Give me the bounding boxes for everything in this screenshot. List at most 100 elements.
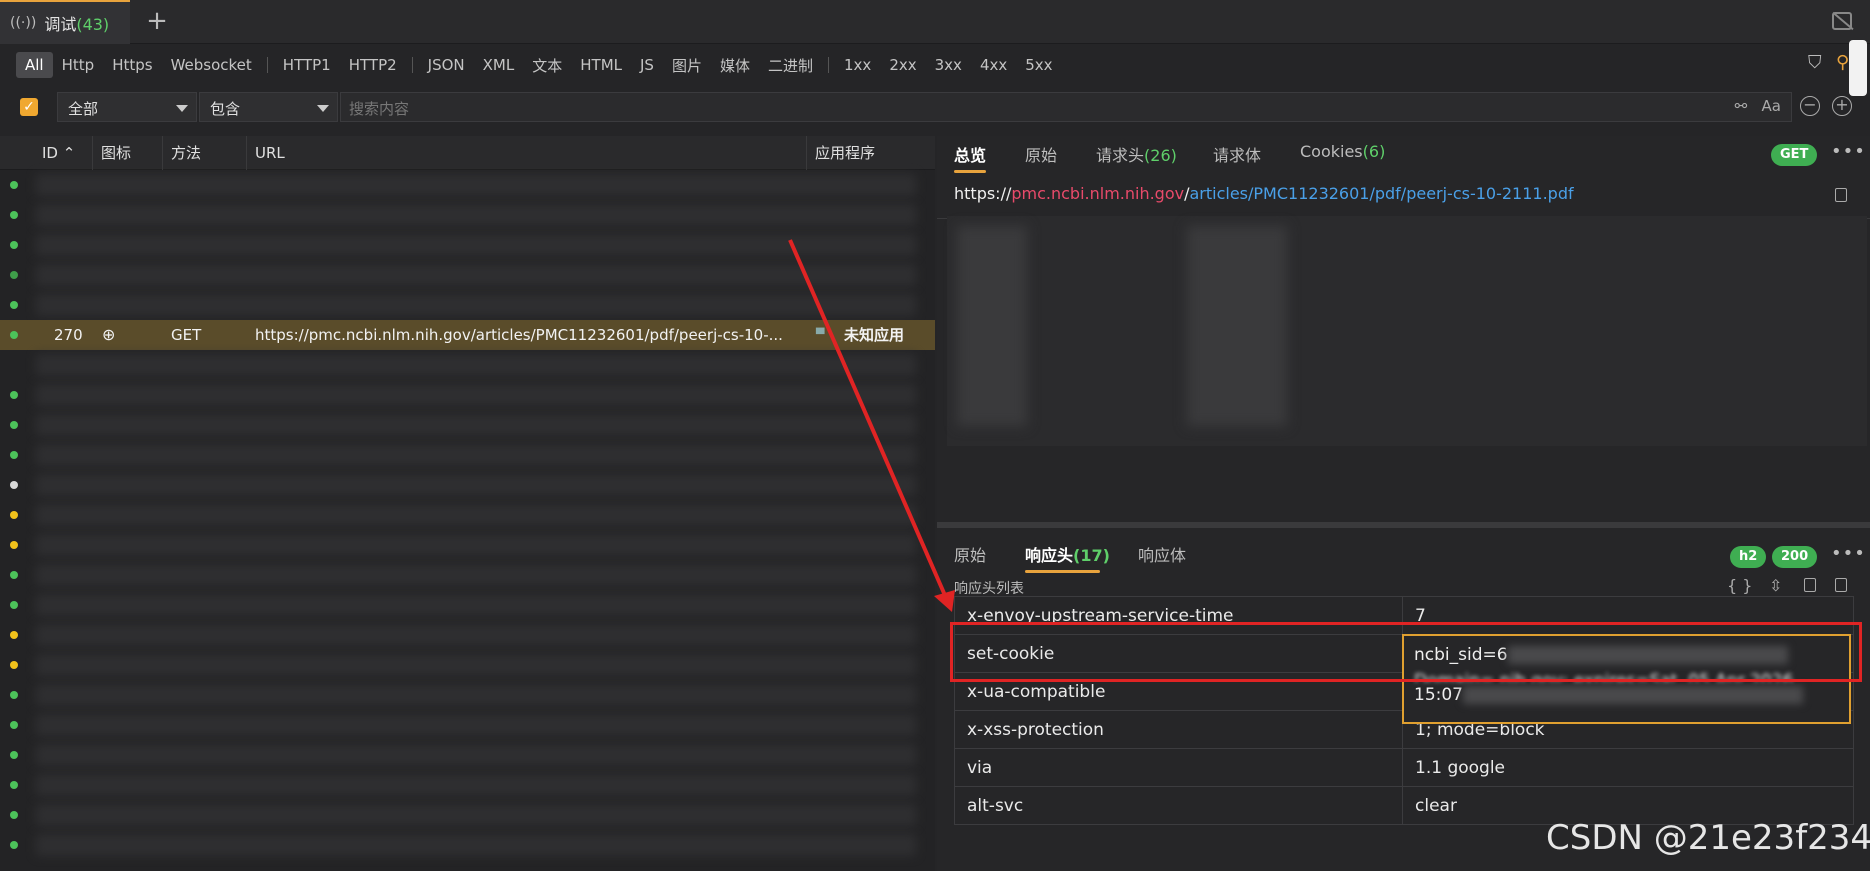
filter-html[interactable]: HTML — [571, 52, 631, 78]
json-view-icon[interactable]: { } — [1727, 576, 1752, 595]
chevron-down-icon — [317, 105, 329, 112]
overview-details-blurred — [947, 216, 1867, 446]
filter-图片[interactable]: 图片 — [663, 51, 711, 80]
table-row[interactable] — [0, 830, 935, 860]
table-row[interactable] — [0, 530, 935, 560]
case-sensitive-icon[interactable]: Aa — [1762, 97, 1781, 115]
table-row[interactable] — [0, 470, 935, 500]
table-row[interactable] — [0, 170, 935, 200]
header-value: 1.1 google — [1402, 748, 1854, 787]
table-row[interactable] — [0, 560, 935, 590]
table-row[interactable] — [0, 500, 935, 530]
blurred-row-content — [36, 414, 916, 436]
tab-response-body[interactable]: 响应体 — [1138, 542, 1186, 566]
copy-icon[interactable] — [1804, 578, 1816, 592]
col-icon[interactable]: 图标 — [92, 136, 160, 170]
add-tab-button[interactable]: + — [142, 6, 172, 36]
table-row[interactable] — [0, 680, 935, 710]
filter-2xx[interactable]: 2xx — [880, 52, 925, 78]
table-row[interactable] — [0, 200, 935, 230]
row-method: GET — [171, 326, 202, 344]
table-row-selected[interactable]: 270 ⊕ GET https://pmc.ncbi.nlm.nih.gov/arti… — [0, 320, 935, 350]
col-url[interactable]: URL — [246, 136, 806, 170]
table-row[interactable] — [0, 620, 935, 650]
col-app[interactable]: 应用程序 — [806, 136, 935, 170]
blurred-row-content — [36, 714, 916, 736]
search-options: ⚯ Aa — [1735, 97, 1781, 115]
col-id[interactable]: ID ⌃ — [34, 136, 84, 170]
regex-icon[interactable]: ⚯ — [1735, 97, 1748, 115]
filter-separator — [411, 57, 413, 73]
expand-icon[interactable]: + — [1832, 96, 1852, 116]
camera-off-icon[interactable] — [1832, 12, 1852, 30]
bookmark-icon[interactable]: ⛉ — [1808, 52, 1822, 73]
filter-文本[interactable]: 文本 — [523, 51, 571, 80]
tab-overview[interactable]: 总览 — [954, 142, 986, 166]
col-method[interactable]: 方法 — [162, 136, 244, 170]
filter-https[interactable]: Https — [103, 52, 161, 78]
filter-二进制[interactable]: 二进制 — [759, 51, 822, 80]
highlight-annotation — [950, 622, 1862, 682]
tab-cookies[interactable]: Cookies(6) — [1300, 142, 1385, 161]
table-row[interactable] — [0, 230, 935, 260]
tab-bar: ((·)) 调试(43) + — [0, 0, 1870, 44]
filter-3xx[interactable]: 3xx — [926, 52, 971, 78]
match-mode-select[interactable]: 包含 — [199, 92, 338, 122]
response-headers-label: 响应头列表 — [954, 581, 1024, 597]
table-row[interactable] — [0, 260, 935, 290]
status-dot — [10, 211, 18, 219]
table-row[interactable] — [0, 650, 935, 680]
table-row[interactable] — [0, 800, 935, 830]
blurred-row-content — [36, 534, 916, 556]
status-dot — [10, 811, 18, 819]
filter-websocket[interactable]: Websocket — [162, 52, 261, 78]
table-row[interactable] — [0, 350, 935, 380]
header-key: x-xss-protection — [954, 710, 1403, 749]
table-row[interactable] — [0, 290, 935, 320]
collapse-icon[interactable]: − — [1800, 96, 1820, 116]
header-row[interactable]: via 1.1 google — [954, 748, 1854, 787]
table-row[interactable] — [0, 380, 935, 410]
tab-request-body[interactable]: 请求体 — [1213, 142, 1261, 166]
filter-js[interactable]: JS — [631, 52, 663, 78]
scope-select[interactable]: 全部 — [57, 92, 197, 122]
table-row[interactable] — [0, 440, 935, 470]
filter-1xx[interactable]: 1xx — [835, 52, 880, 78]
blurred-row-content — [36, 234, 916, 256]
table-row[interactable] — [0, 410, 935, 440]
copy-icon[interactable] — [1835, 188, 1847, 202]
filter-媒体[interactable]: 媒体 — [711, 51, 759, 80]
table-row[interactable] — [0, 710, 935, 740]
more-icon[interactable]: ••• — [1831, 543, 1866, 564]
filter-all[interactable]: All — [16, 52, 53, 78]
tab-debug[interactable]: ((·)) 调试(43) — [0, 0, 130, 44]
tab-response-raw[interactable]: 原始 — [954, 542, 986, 566]
pane-splitter[interactable] — [937, 522, 1870, 528]
file-icon[interactable] — [1835, 578, 1847, 592]
filter-http2[interactable]: HTTP2 — [340, 52, 406, 78]
filter-4xx[interactable]: 4xx — [971, 52, 1016, 78]
blurred-row-content — [36, 504, 916, 526]
filter-xml[interactable]: XML — [474, 52, 524, 78]
globe-icon: ⊕ — [102, 325, 116, 344]
response-tabs: 原始 响应头(17) 响应体 h2 200 ••• — [937, 532, 1870, 573]
table-row[interactable] — [0, 770, 935, 800]
filter-enabled-checkbox[interactable]: ✓ — [20, 98, 38, 116]
table-row[interactable] — [0, 590, 935, 620]
more-icon[interactable]: ••• — [1831, 141, 1866, 162]
filter-json[interactable]: JSON — [419, 52, 474, 78]
search-input[interactable]: 搜索内容 ⚯ Aa — [340, 92, 1792, 122]
blurred-row-content — [36, 774, 916, 796]
filter-5xx[interactable]: 5xx — [1016, 52, 1061, 78]
request-url[interactable]: https://pmc.ncbi.nlm.nih.gov/articles/PM… — [954, 184, 1574, 203]
sort-icon[interactable]: ⇳ — [1769, 576, 1782, 595]
status-dot — [10, 571, 18, 579]
filter-http1[interactable]: HTTP1 — [274, 52, 340, 78]
tab-raw[interactable]: 原始 — [1025, 142, 1057, 166]
table-row[interactable] — [0, 740, 935, 770]
filter-http[interactable]: Http — [53, 52, 104, 78]
tab-response-headers[interactable]: 响应头(17) — [1025, 542, 1110, 566]
search-icon[interactable]: ⚲ — [1836, 52, 1849, 73]
tab-request-headers[interactable]: 请求头(26) — [1096, 142, 1177, 166]
row-url: https://pmc.ncbi.nlm.nih.gov/articles/PM… — [255, 326, 783, 344]
